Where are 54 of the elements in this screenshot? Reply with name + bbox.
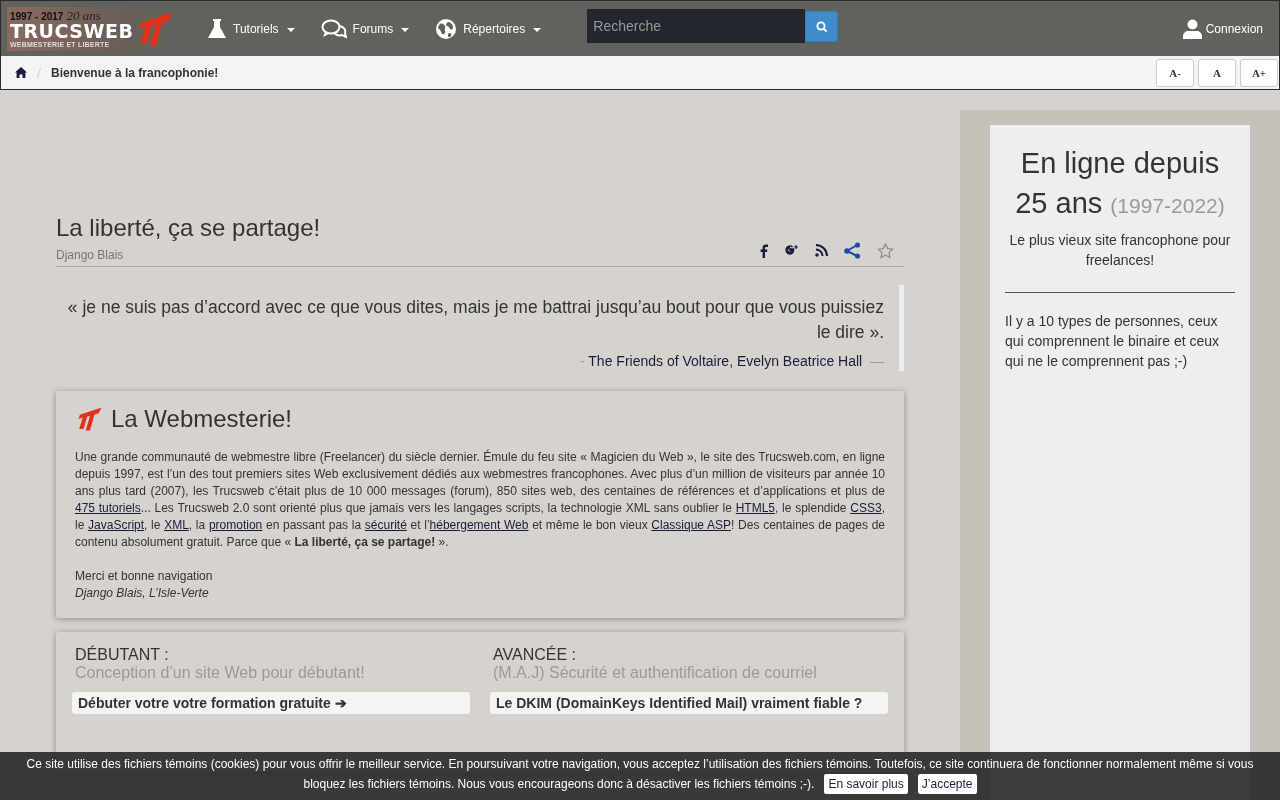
- font-size-button[interactable]: A: [1198, 58, 1236, 87]
- font-size-button[interactable]: A-: [1156, 58, 1194, 87]
- quote-dash: -: [580, 353, 585, 369]
- text-link[interactable]: CSS3: [850, 501, 882, 515]
- level-heading: AVANCÉE :: [492, 646, 577, 664]
- breadcrumb-separator: [37, 67, 41, 78]
- sidebar-subtitle: Le plus vieux site francophone pour freelances!: [1008, 231, 1232, 270]
- globe-icon: [435, 17, 458, 40]
- search-button[interactable]: [805, 11, 839, 42]
- text-link[interactable]: HTML5: [735, 501, 775, 515]
- quote-source-link[interactable]: The Friends of Voltaire, Evelyn Beatrice Hall: [588, 353, 863, 369]
- quote-text: « je ne suis pas d’accord avec ce que vous dites, mais je me battrai jusqu’au bout pour que vous puissiez le dire ».: [66, 296, 884, 344]
- card-title: La Webmesterie!: [111, 405, 292, 433]
- level-heading: DÉBUTANT :: [74, 646, 170, 664]
- star-icon[interactable]: [877, 242, 894, 259]
- cookie-button[interactable]: J’accepte: [917, 774, 977, 794]
- breadcrumb-current: Bienvenue à la francophonie!: [51, 65, 219, 80]
- logo-anniversary: 20 ans: [66, 9, 101, 22]
- search-icon: [815, 20, 828, 33]
- cookie-button[interactable]: En savoir plus: [824, 774, 908, 794]
- chat-bubbles-icon: [320, 18, 347, 39]
- home-icon[interactable]: [15, 67, 27, 78]
- text-link[interactable]: XML: [164, 518, 189, 532]
- search-field[interactable]: Recherche: [587, 9, 806, 43]
- level-subtitle: Conception d’un site Web pour débutant!: [74, 664, 366, 682]
- sidebar-title: En ligne depuis 25 ans (1997-2022): [1014, 146, 1226, 221]
- nav-menu-item[interactable]: Tutoriels: [203, 17, 299, 40]
- flask-icon: [207, 17, 227, 40]
- font-size-button[interactable]: A+: [1240, 58, 1278, 87]
- intro-paragraph: Une grande communauté de webmestre libre (Freelancer) du siècle dernier. Émule du feu site « Magicien du Web », le site des Trucsweb.com, en ligne depuis 1997, est l’un des tout premiers sites Web exclusivement dédiés aux webmestres francophones. Avec plus d’un million de visiteurs par année 10 ans plus tard (2007), les Trucsweb c’était plus de 10 000 messages (forum), 850 sites web, des centaines de références et d’applications et plus de 475 tutoriels... Les Trucsweb 2.0 sont orienté plus que jamais vers les langages scripts, la technologie XML sans oublier le HTML5, le splendide CSS3, le JavaScript, le XML, la promotion en passant pas la sécurité et l’hébergement Web et même le bon vieux Classique ASP! Des centaines de pages de contenu absolument gratuit. Parce que « La liberté, ça se partage! ».: [75, 449, 885, 551]
- nav-menu-item[interactable]: Répertoires: [431, 17, 546, 40]
- article-author: Django Blais: [56, 248, 125, 262]
- sidebar-joke: Il y a 10 types de personnes, ceux qui comprennent le binaire et ceux qui ne le comprennent pas ;-): [1005, 312, 1221, 371]
- user-icon: [1182, 18, 1202, 39]
- logo-years: 1997 - 2017: [10, 12, 64, 22]
- text-link[interactable]: 475 tutoriels: [75, 501, 141, 515]
- facebook-icon[interactable]: [760, 243, 768, 258]
- text-link[interactable]: sécurité: [364, 518, 407, 532]
- article-title: La liberté, ça se partage!: [56, 214, 321, 242]
- course-button[interactable]: Débuter votre votre formation gratuite ➔: [72, 692, 470, 714]
- nav-menu-item[interactable]: Forums: [316, 18, 414, 39]
- quote-trail: —: [870, 353, 884, 369]
- cookie-text: Ce site utilise des fichiers témoins (cookies) pour vous offrir le meilleur service. En poursuivant votre navigation, vous acceptez l’utilisation des fichiers témoins. Toutefois, ce site continuera de fonctionner normalement même si vous: [25, 756, 1255, 773]
- signature: Django Blais, L’Isle-Verte: [75, 585, 210, 602]
- course-button[interactable]: Le DKIM (DomainKeys Identified Mail) vraiment fiable ?: [490, 692, 888, 714]
- level-subtitle: (M.A.J) Sécurité et authentification de courriel: [492, 664, 818, 682]
- google-plus-icon[interactable]: [784, 243, 799, 258]
- closing-line: Merci et bonne navigation: [75, 568, 214, 585]
- rss-icon[interactable]: [815, 244, 828, 257]
- text-link[interactable]: promotion: [208, 518, 263, 532]
- share-icon[interactable]: [844, 242, 861, 259]
- cookie-text: bloquez les fichiers témoins. Nous vous encourageons donc à désactiver les fichiers témoins ;-).: [303, 777, 815, 791]
- login-link[interactable]: Connexion: [1182, 18, 1263, 39]
- logo-name: TRUCSWEB: [10, 22, 134, 41]
